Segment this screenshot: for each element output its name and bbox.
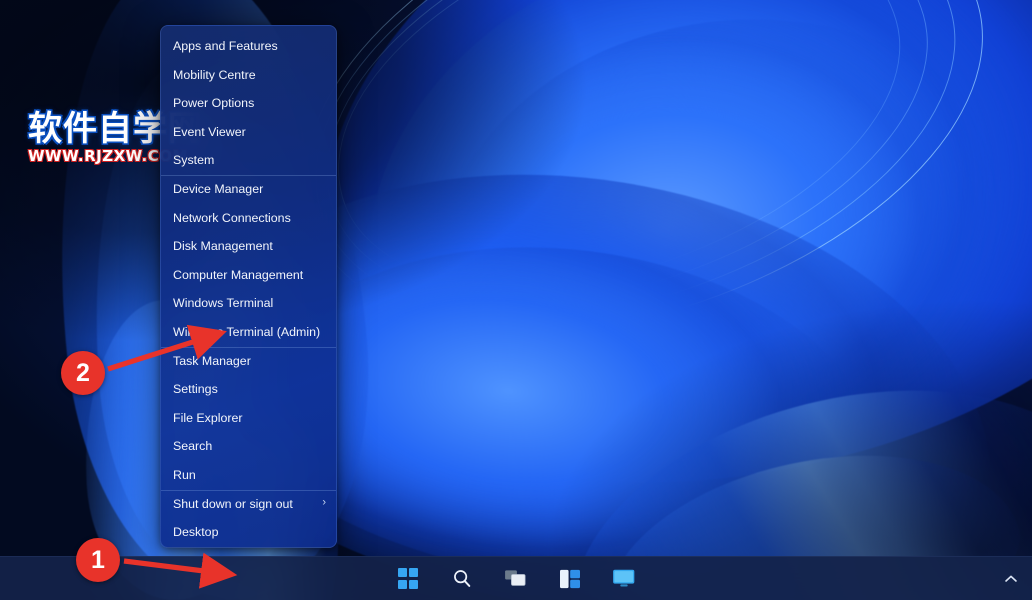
chevron-up-icon (1005, 575, 1017, 582)
menu-item-label: Task Manager (173, 353, 251, 368)
menu-item-power-options[interactable]: Power Options (161, 89, 336, 118)
menu-item-label: Power Options (173, 96, 255, 111)
menu-item-shut-down-or-sign-out[interactable]: Shut down or sign out › (161, 489, 336, 519)
task-view-icon (505, 569, 526, 586)
start-button[interactable] (390, 562, 426, 596)
menu-item-label: Shut down or sign out (173, 496, 293, 511)
taskbar-center-group (390, 562, 642, 596)
desktop-screen: 软件自学网 WWW.RJZXW.COM Apps and Features Mob… (0, 0, 1032, 600)
chevron-right-icon: › (322, 496, 326, 509)
menu-item-label: Run (173, 468, 196, 482)
annotation-marker-2: 2 (61, 351, 105, 395)
windows-logo-icon (397, 568, 419, 589)
menu-item-file-explorer[interactable]: File Explorer (161, 404, 336, 433)
taskbar-tray (1000, 557, 1022, 600)
menu-item-computer-management[interactable]: Computer Management (161, 261, 336, 290)
menu-item-system[interactable]: System (161, 146, 336, 175)
menu-item-label: Computer Management (173, 267, 304, 282)
menu-item-label: Event Viewer (173, 124, 246, 139)
menu-item-windows-terminal[interactable]: Windows Terminal (161, 289, 336, 318)
menu-item-search[interactable]: Search (161, 432, 336, 461)
menu-item-label: Settings (173, 382, 218, 397)
desktop-wallpaper (0, 0, 1032, 600)
annotation-marker-1: 1 (76, 538, 120, 582)
menu-item-apps-and-features[interactable]: Apps and Features (161, 32, 336, 61)
menu-item-label: Windows Terminal (173, 296, 274, 311)
wallpaper-vignette (0, 0, 1032, 600)
menu-item-mobility-centre[interactable]: Mobility Centre (161, 61, 336, 90)
menu-item-label: File Explorer (173, 410, 243, 425)
menu-item-task-manager[interactable]: Task Manager (161, 346, 336, 376)
menu-item-settings[interactable]: Settings (161, 375, 336, 404)
menu-item-disk-management[interactable]: Disk Management (161, 232, 336, 261)
chat-monitor-icon (613, 569, 635, 587)
winx-context-menu[interactable]: Apps and Features Mobility Centre Power Op… (160, 25, 337, 548)
widgets-button[interactable] (552, 562, 588, 596)
menu-item-desktop[interactable]: Desktop (161, 518, 336, 547)
search-button[interactable] (444, 562, 480, 596)
taskbar (0, 556, 1032, 600)
menu-item-label: Network Connections (173, 210, 291, 225)
menu-item-label: Mobility Centre (173, 67, 256, 82)
menu-item-windows-terminal-admin[interactable]: Windows Terminal (Admin) (161, 318, 336, 347)
menu-item-label: Search (173, 439, 213, 454)
menu-item-label: Device Manager (173, 182, 264, 197)
search-icon (454, 569, 471, 587)
menu-item-label: Disk Management (173, 239, 273, 254)
menu-item-label: System (173, 153, 215, 168)
menu-item-network-connections[interactable]: Network Connections (161, 204, 336, 233)
menu-item-label: Apps and Features (173, 39, 278, 54)
widgets-icon (560, 569, 580, 588)
menu-item-device-manager[interactable]: Device Manager (161, 174, 336, 204)
show-hidden-icons-button[interactable] (1000, 568, 1022, 590)
menu-item-label: Windows Terminal (Admin) (173, 325, 321, 340)
menu-item-run[interactable]: Run (161, 461, 336, 490)
menu-item-event-viewer[interactable]: Event Viewer (161, 118, 336, 147)
menu-item-label: Desktop (173, 525, 219, 540)
chat-button[interactable] (606, 562, 642, 596)
task-view-button[interactable] (498, 562, 534, 596)
